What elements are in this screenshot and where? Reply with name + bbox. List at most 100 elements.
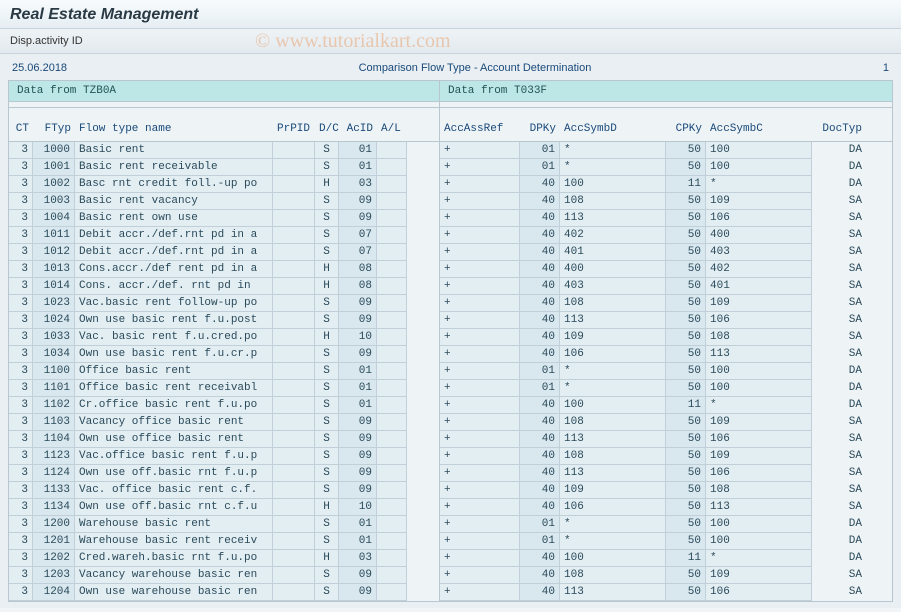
cell-name: Vacancy warehouse basic ren [75, 567, 273, 584]
hdr-ftyp[interactable]: FTyp [33, 123, 75, 135]
table-row[interactable]: +4040350401SA [440, 278, 892, 295]
table-row[interactable]: 31011Debit accr./def.rnt pd in aS07 [9, 227, 439, 244]
table-row[interactable]: +4010950108SA [440, 482, 892, 499]
table-row[interactable]: +4010950108SA [440, 329, 892, 346]
cell-accref: + [440, 244, 520, 261]
cell-al [377, 210, 407, 227]
table-row[interactable]: +4011350106SA [440, 431, 892, 448]
table-row[interactable]: +4011350106SA [440, 210, 892, 227]
table-row[interactable]: 31123Vac.office basic rent f.u.pS09 [9, 448, 439, 465]
table-row[interactable]: +4010850109SA [440, 414, 892, 431]
table-row[interactable]: +4010011*DA [440, 176, 892, 193]
cell-accref: + [440, 465, 520, 482]
hdr-al[interactable]: A/L [377, 123, 407, 135]
hdr-cpky[interactable]: CPKy [666, 123, 706, 135]
table-row[interactable]: +01*50100DA [440, 380, 892, 397]
table-row[interactable]: 31014Cons. accr./def. rnt pd inH08 [9, 278, 439, 295]
hdr-prpid[interactable]: PrPID [273, 123, 315, 135]
table-row[interactable]: +01*50100DA [440, 516, 892, 533]
cell-accd: 106 [560, 346, 666, 363]
table-row[interactable]: +01*50100DA [440, 363, 892, 380]
table-row[interactable]: +4011350106SA [440, 584, 892, 601]
cell-ct: 3 [9, 448, 33, 465]
cell-accc: 109 [706, 448, 812, 465]
table-row[interactable]: 31001Basic rent receivableS01 [9, 159, 439, 176]
table-row[interactable]: 31023Vac.basic rent follow-up poS09 [9, 295, 439, 312]
table-row[interactable]: 31202Cred.wareh.basic rnt f.u.poH03 [9, 550, 439, 567]
table-row[interactable]: +4010650113SA [440, 499, 892, 516]
table-row[interactable]: 31204Own use warehouse basic renS09 [9, 584, 439, 601]
cell-doctyp: SA [812, 227, 872, 244]
hdr-dpky[interactable]: DPKy [520, 123, 560, 135]
table-row[interactable]: +01*50100DA [440, 142, 892, 159]
table-row[interactable]: +4010850109SA [440, 567, 892, 584]
table-row[interactable]: 31104Own use office basic rentS09 [9, 431, 439, 448]
table-row[interactable]: 31024Own use basic rent f.u.postS09 [9, 312, 439, 329]
table-row[interactable]: 31003Basic rent vacancyS09 [9, 193, 439, 210]
table-row[interactable]: +4040150403SA [440, 244, 892, 261]
table-row[interactable]: 31002Basc rnt credit foll.-up poH03 [9, 176, 439, 193]
cell-ftyp: 1003 [33, 193, 75, 210]
cell-cpky: 50 [666, 312, 706, 329]
table-row[interactable]: +4040050402SA [440, 261, 892, 278]
table-row[interactable]: +4011350106SA [440, 465, 892, 482]
hdr-name[interactable]: Flow type name [75, 123, 273, 135]
hdr-accc[interactable]: AccSymbC [706, 123, 812, 135]
hdr-dc[interactable]: D/C [315, 123, 339, 135]
table-row[interactable]: 31124Own use off.basic rnt f.u.pS09 [9, 465, 439, 482]
hdr-doctyp[interactable]: DocTyp [812, 123, 872, 135]
table-row[interactable]: 31200Warehouse basic rentS01 [9, 516, 439, 533]
table-row[interactable]: 31033Vac. basic rent f.u.cred.poH10 [9, 329, 439, 346]
table-row[interactable]: +4010850109SA [440, 193, 892, 210]
table-row[interactable]: +4010850109SA [440, 448, 892, 465]
cell-al [377, 142, 407, 159]
cell-name: Own use off.basic rnt c.f.u [75, 499, 273, 516]
table-row[interactable]: +4010850109SA [440, 295, 892, 312]
table-row[interactable]: +4010650113SA [440, 346, 892, 363]
table-row[interactable]: +4010011*DA [440, 550, 892, 567]
cell-prpid [273, 244, 315, 261]
cell-name: Cr.office basic rent f.u.po [75, 397, 273, 414]
table-row[interactable]: +4040250400SA [440, 227, 892, 244]
table-row[interactable]: 31013Cons.accr./def rent pd in aH08 [9, 261, 439, 278]
table-row[interactable]: +4010011*DA [440, 397, 892, 414]
table-row[interactable]: 31103Vacancy office basic rentS09 [9, 414, 439, 431]
hdr-acid[interactable]: AcID [339, 123, 377, 135]
cell-cpky: 50 [666, 584, 706, 601]
table-row[interactable]: 31100Office basic rentS01 [9, 363, 439, 380]
table-row[interactable]: 31201Warehouse basic rent receivS01 [9, 533, 439, 550]
table-row[interactable]: +4011350106SA [440, 312, 892, 329]
table-row[interactable]: +01*50100DA [440, 533, 892, 550]
cell-cpky: 50 [666, 261, 706, 278]
cell-ftyp: 1100 [33, 363, 75, 380]
table-row[interactable]: 31004Basic rent own useS09 [9, 210, 439, 227]
cell-acid: 09 [339, 482, 377, 499]
cell-ct: 3 [9, 482, 33, 499]
table-row[interactable]: 31000Basic rentS01 [9, 142, 439, 159]
hdr-ct[interactable]: CT [9, 123, 33, 135]
table-row[interactable]: 31034Own use basic rent f.u.cr.pS09 [9, 346, 439, 363]
cell-ftyp: 1001 [33, 159, 75, 176]
cell-doctyp: SA [812, 278, 872, 295]
hdr-accref[interactable]: AccAssRef [440, 123, 520, 135]
table-row[interactable]: 31133Vac. office basic rent c.f.S09 [9, 482, 439, 499]
table-row[interactable]: 31134Own use off.basic rnt c.f.uH10 [9, 499, 439, 516]
table-row[interactable]: +01*50100DA [440, 159, 892, 176]
cell-accc: 100 [706, 516, 812, 533]
cell-accd: 109 [560, 482, 666, 499]
cell-doctyp: DA [812, 363, 872, 380]
cell-acid: 08 [339, 261, 377, 278]
cell-prpid [273, 465, 315, 482]
table-row[interactable]: 31203Vacancy warehouse basic renS09 [9, 567, 439, 584]
cell-dpky: 01 [520, 363, 560, 380]
cell-ftyp: 1034 [33, 346, 75, 363]
table-row[interactable]: 31012Debit accr./def.rnt pd in aS07 [9, 244, 439, 261]
cell-accd: 113 [560, 312, 666, 329]
cell-doctyp: DA [812, 397, 872, 414]
disp-activity-label[interactable]: Disp.activity ID [10, 35, 83, 47]
table-row[interactable]: 31101Office basic rent receivablS01 [9, 380, 439, 397]
right-column-headers: AccAssRef DPKy AccSymbD CPKy AccSymbC Do… [440, 108, 892, 142]
hdr-accd[interactable]: AccSymbD [560, 123, 666, 135]
cell-prpid [273, 363, 315, 380]
table-row[interactable]: 31102Cr.office basic rent f.u.poS01 [9, 397, 439, 414]
